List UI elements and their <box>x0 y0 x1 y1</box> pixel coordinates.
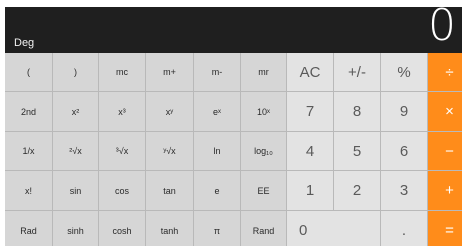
factorial-key[interactable]: x! <box>5 171 52 210</box>
memory-clear-key[interactable]: mc <box>99 53 145 91</box>
square-key[interactable]: x² <box>53 92 98 131</box>
digit-9-key[interactable]: 9 <box>381 92 427 131</box>
equals-key[interactable]: = <box>428 211 462 246</box>
decimal-point-key[interactable]: . <box>381 211 427 246</box>
add-key[interactable]: + <box>428 171 462 210</box>
ten-power-key[interactable]: 10ˣ <box>241 92 286 131</box>
euler-key[interactable]: e <box>194 171 240 210</box>
square-root-key[interactable]: ²√x <box>53 132 98 170</box>
digit-2-key[interactable]: 2 <box>334 171 380 210</box>
divide-key[interactable]: ÷ <box>428 53 462 91</box>
reciprocal-key[interactable]: 1/x <box>5 132 52 170</box>
second-function-key[interactable]: 2nd <box>5 92 52 131</box>
digit-3-key[interactable]: 3 <box>381 171 427 210</box>
log10-key[interactable]: log₁₀ <box>241 132 286 170</box>
sin-key[interactable]: sin <box>53 171 98 210</box>
digit-5-key[interactable]: 5 <box>334 132 380 170</box>
exp-key[interactable]: eˣ <box>194 92 240 131</box>
digit-8-key[interactable]: 8 <box>334 92 380 131</box>
open-paren-key[interactable]: ( <box>5 53 52 91</box>
sinh-key[interactable]: sinh <box>53 211 98 246</box>
exponent-entry-key[interactable]: EE <box>241 171 286 210</box>
memory-recall-key[interactable]: mr <box>241 53 286 91</box>
subtract-key[interactable]: − <box>428 132 462 170</box>
rad-key[interactable]: Rad <box>5 211 52 246</box>
cos-key[interactable]: cos <box>99 171 145 210</box>
cube-key[interactable]: x³ <box>99 92 145 131</box>
sign-toggle-key[interactable]: +/- <box>334 53 380 91</box>
digit-4-key[interactable]: 4 <box>287 132 333 170</box>
pi-key[interactable]: π <box>194 211 240 246</box>
calculator: Deg 0 ( ) mc m+ m- mr AC +/- % ÷ 2nd x² … <box>5 7 462 246</box>
tan-key[interactable]: tan <box>146 171 193 210</box>
memory-add-key[interactable]: m+ <box>146 53 193 91</box>
keypad: ( ) mc m+ m- mr AC +/- % ÷ 2nd x² x³ xʸ … <box>5 53 462 246</box>
all-clear-key[interactable]: AC <box>287 53 333 91</box>
multiply-key[interactable]: × <box>428 92 462 131</box>
cosh-key[interactable]: cosh <box>99 211 145 246</box>
close-paren-key[interactable]: ) <box>53 53 98 91</box>
power-key[interactable]: xʸ <box>146 92 193 131</box>
digit-0-key[interactable]: 0 <box>287 211 380 246</box>
digit-7-key[interactable]: 7 <box>287 92 333 131</box>
digit-1-key[interactable]: 1 <box>287 171 333 210</box>
cube-root-key[interactable]: ³√x <box>99 132 145 170</box>
tanh-key[interactable]: tanh <box>146 211 193 246</box>
digit-6-key[interactable]: 6 <box>381 132 427 170</box>
memory-subtract-key[interactable]: m- <box>194 53 240 91</box>
natural-log-key[interactable]: ln <box>194 132 240 170</box>
nth-root-key[interactable]: ʸ√x <box>146 132 193 170</box>
display-panel: Deg 0 <box>5 7 462 53</box>
random-key[interactable]: Rand <box>241 211 286 246</box>
display-value: 0 <box>428 7 456 51</box>
percent-key[interactable]: % <box>381 53 427 91</box>
angle-mode-indicator: Deg <box>14 37 35 49</box>
